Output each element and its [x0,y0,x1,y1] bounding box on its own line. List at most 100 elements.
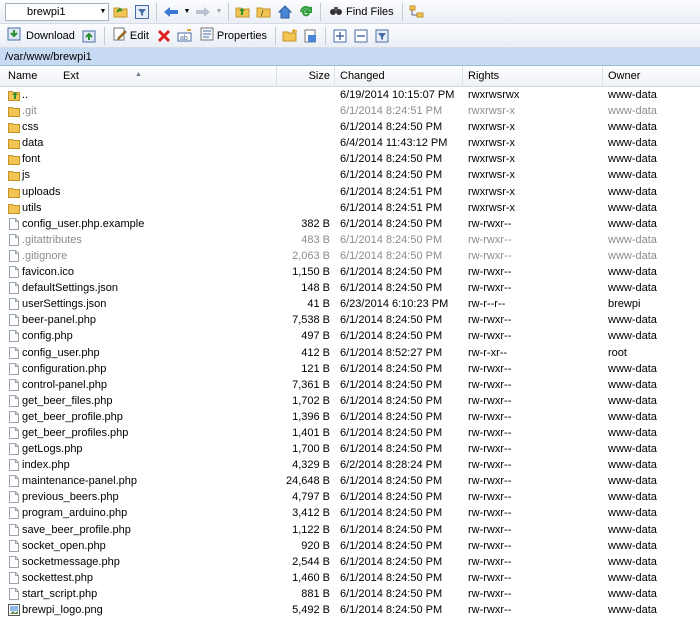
file-rights: rw-rwxr-- [468,330,512,343]
find-files-button[interactable]: Find Files [326,2,397,22]
file-row[interactable]: get_beer_profiles.php 1,401 B 6/1/2014 8:2… [0,425,700,441]
file-row[interactable]: program_arduino.php 3,412 B 6/1/2014 8:24:… [0,505,700,521]
back-arrow-icon[interactable] [162,3,180,21]
back-dropdown-icon[interactable]: ▼ [183,3,191,21]
forward-arrow-icon[interactable] [194,3,212,21]
file-row[interactable]: uploads 6/1/2014 8:24:51 PM rwxrwsr-x www-d… [0,184,700,200]
column-header-rights[interactable]: Rights [468,66,499,86]
column-header-changed[interactable]: Changed [340,66,385,86]
new-folder-icon[interactable] [281,27,299,45]
file-row[interactable]: defaultSettings.json 148 B 6/1/2014 8:24:5… [0,280,700,296]
file-size: 7,361 B [292,378,330,391]
delete-icon[interactable] [155,27,173,45]
file-row[interactable]: .gitattributes 483 B 6/1/2014 8:24:50 PM rw… [0,232,700,248]
file-changed: 6/23/2014 6:10:23 PM [340,298,449,311]
file-row[interactable]: maintenance-panel.php 24,648 B 6/1/2014 8:… [0,473,700,489]
parent-folder-icon[interactable] [234,3,252,21]
file-row[interactable]: config_user.php 412 B 6/1/2014 8:52:27 PM r… [0,345,700,361]
location-combobox[interactable]: brewpi1 ▼ [5,2,109,21]
download-button[interactable]: Download [4,26,78,46]
file-owner: www-data [608,362,657,375]
file-row[interactable]: .git 6/1/2014 8:24:51 PM rwxrwsr-x www-data [0,103,700,119]
root-folder-icon[interactable]: / [255,3,273,21]
file-row[interactable]: save_beer_profile.php 1,122 B 6/1/2014 8:2… [0,522,700,538]
file-rights: rw-rwxr-- [468,426,512,439]
file-row[interactable]: configuration.php 121 B 6/1/2014 8:24:50 P… [0,361,700,377]
file-row[interactable]: css 6/1/2014 8:24:50 PM rwxrwsr-x www-data [0,119,700,135]
file-name: program_arduino.php [22,507,128,520]
file-row[interactable]: .gitignore 2,063 B 6/1/2014 8:24:50 PM rw-r… [0,248,700,264]
rename-icon[interactable]: ab [176,27,194,45]
tree-view-icon[interactable] [408,3,426,21]
file-rights: rwxrwsr-x [468,105,516,118]
unselect-all-icon[interactable] [352,27,370,45]
file-row[interactable]: getLogs.php 1,700 B 6/1/2014 8:24:50 PM rw-… [0,441,700,457]
select-all-icon[interactable] [331,27,349,45]
column-header-size[interactable]: Size [309,66,330,86]
column-header-name[interactable]: Name [8,66,37,86]
file-row[interactable]: data 6/4/2014 11:43:12 PM rwxrwsr-x www-dat… [0,135,700,151]
file-icon [8,362,20,375]
file-name: js [22,169,30,182]
column-header-ext[interactable]: Ext [63,66,79,86]
file-icon [8,266,20,279]
file-rights: rw-rwxr-- [468,233,512,246]
file-row[interactable]: brewpi_logo.png 5,492 B 6/1/2014 8:24:50 P… [0,602,700,618]
properties-button[interactable]: Properties [197,26,270,46]
file-row[interactable]: start_script.php 881 B 6/1/2014 8:24:50 PM… [0,586,700,602]
refresh-icon[interactable] [297,3,315,21]
file-owner: www-data [608,475,657,488]
file-owner: www-data [608,523,657,536]
column-header-owner[interactable]: Owner [608,66,640,86]
file-rights: rwxrwsr-x [468,201,516,214]
file-size: 121 B [301,362,330,375]
file-owner: www-data [608,89,657,101]
file-row[interactable]: beer-panel.php 7,538 B 6/1/2014 8:24:50 PM… [0,312,700,328]
file-row[interactable]: socketmessage.php 2,544 B 6/1/2014 8:24:50… [0,554,700,570]
file-row[interactable]: config.php 497 B 6/1/2014 8:24:50 PM rw-rwx… [0,328,700,344]
home-icon[interactable] [276,3,294,21]
file-owner: www-data [608,121,657,134]
file-row[interactable]: config_user.php.example 382 B 6/1/2014 8:2… [0,216,700,232]
file-row[interactable]: font 6/1/2014 8:24:50 PM rwxrwsr-x www-data [0,151,700,167]
open-folder-icon[interactable] [112,3,130,21]
file-row[interactable]: get_beer_files.php 1,702 B 6/1/2014 8:24:5… [0,393,700,409]
file-row[interactable]: previous_beers.php 4,797 B 6/1/2014 8:24:5… [0,489,700,505]
chevron-down-icon[interactable]: ▼ [98,8,108,15]
file-rights: rw-rwxr-- [468,555,512,568]
file-row[interactable]: utils 6/1/2014 8:24:51 PM rwxrwsr-x www-dat… [0,200,700,216]
file-row[interactable]: js 6/1/2014 8:24:50 PM rwxrwsr-x www-data [0,167,700,183]
file-row[interactable]: get_beer_profile.php 1,396 B 6/1/2014 8:24… [0,409,700,425]
column-divider[interactable] [462,66,463,86]
file-row[interactable]: sockettest.php 1,460 B 6/1/2014 8:24:50 PM… [0,570,700,586]
file-row[interactable]: favicon.ico 1,150 B 6/1/2014 8:24:50 PM rw-… [0,264,700,280]
file-row[interactable]: socket_open.php 920 B 6/1/2014 8:24:50 PM r… [0,538,700,554]
filter-icon[interactable] [133,3,151,21]
filter-select-icon[interactable] [373,27,391,45]
new-file-icon[interactable] [302,27,320,45]
file-row[interactable]: userSettings.json 41 B 6/23/2014 6:10:23 P… [0,296,700,312]
file-row[interactable]: .. 6/19/2014 10:15:07 PM rwxrwsrwx www-data [0,87,700,103]
file-rights: rw-rwxr-- [468,459,512,472]
svg-text:ab: ab [180,35,188,42]
column-divider[interactable] [334,66,335,86]
file-icon [8,282,20,295]
column-divider[interactable] [602,66,603,86]
file-rights: rwxrwsr-x [468,169,516,182]
column-divider[interactable] [276,66,277,86]
file-row[interactable]: index.php 4,329 B 6/2/2014 8:28:24 PM rw-rw… [0,457,700,473]
file-rights: rw-rwxr-- [468,282,512,295]
toolbar-separator [320,2,321,21]
current-path-bar[interactable]: /var/www/brewpi1 [0,48,700,66]
forward-dropdown-icon[interactable]: ▼ [215,3,223,21]
file-name: get_beer_profiles.php [22,426,129,439]
file-icon [8,555,20,568]
file-size: 1,700 B [292,443,330,456]
file-rights: rw-rwxr-- [468,491,512,504]
upload-icon[interactable] [81,27,99,45]
file-owner: www-data [608,507,657,520]
edit-button[interactable]: Edit [110,26,152,46]
file-owner: www-data [608,169,657,182]
file-changed: 6/1/2014 8:24:50 PM [340,314,443,327]
file-row[interactable]: control-panel.php 7,361 B 6/1/2014 8:24:50… [0,377,700,393]
